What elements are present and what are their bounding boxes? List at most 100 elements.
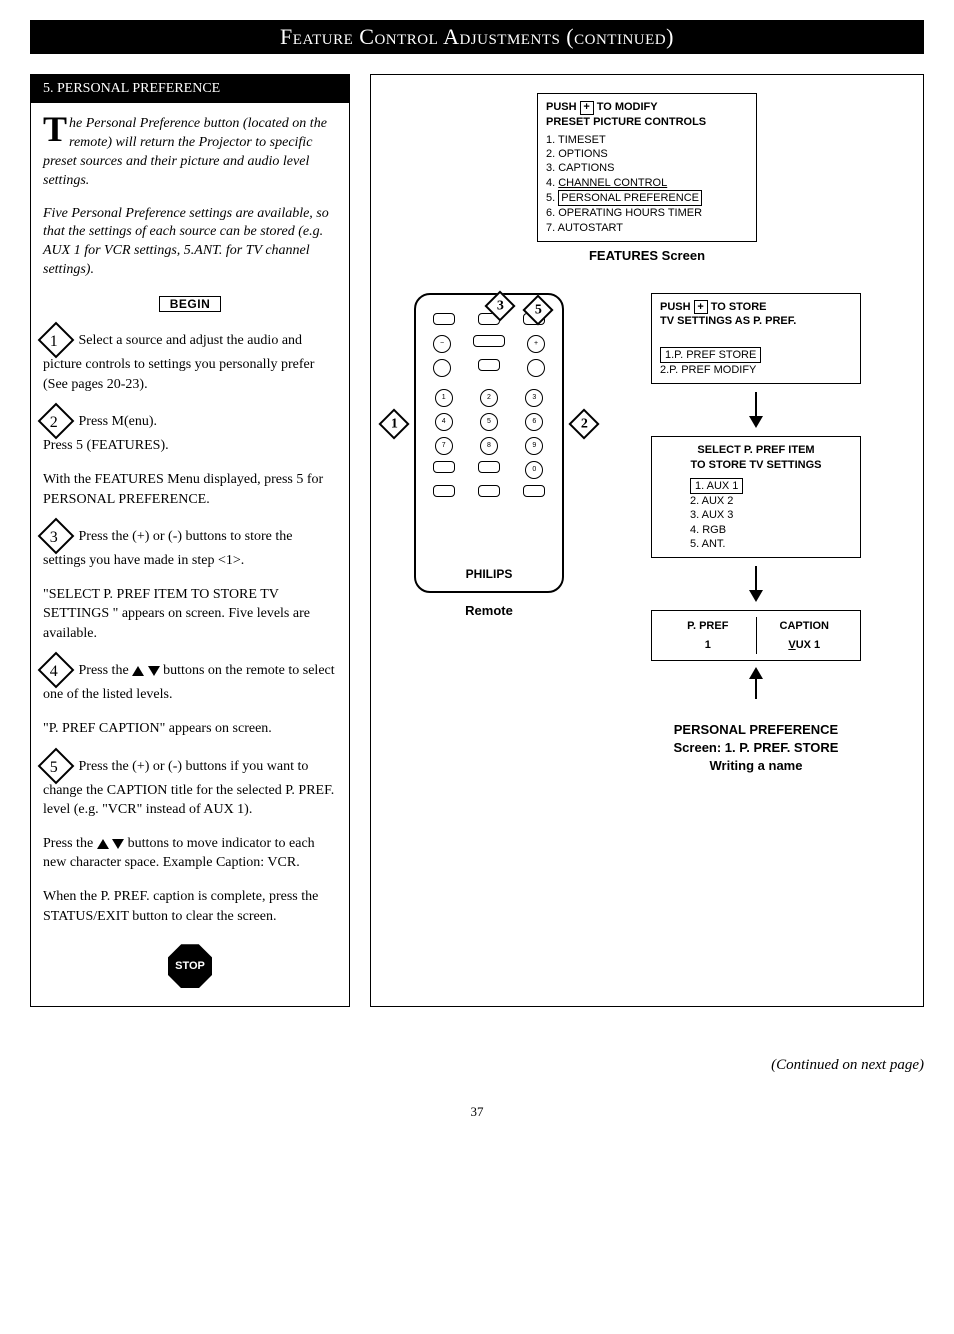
- remote-button: 4: [435, 413, 453, 431]
- main-content: 5. PERSONAL PREFERENCE The Personal Pref…: [30, 74, 924, 1007]
- remote-button: 9: [525, 437, 543, 455]
- store-opt-1: 1.P. PREF STORE: [660, 347, 761, 363]
- remote-button: [478, 461, 500, 473]
- store-opt-2: 2.P. PREF MODIFY: [660, 363, 852, 377]
- callout-2: 2: [573, 413, 595, 435]
- callout-5: 5: [527, 299, 549, 321]
- page-title: Feature Control Adjustments (continued): [280, 24, 674, 49]
- select-screen-box: SELECT P. PREF ITEM TO STORE TV SETTINGS…: [651, 436, 861, 558]
- begin-row: BEGIN: [43, 296, 337, 313]
- step-2b: With the FEATURES Menu displayed, press …: [43, 470, 337, 509]
- step-4b: "P. PREF CAPTION" appears on screen.: [43, 719, 337, 739]
- caption-value-row: 1 VUX 1: [660, 636, 852, 654]
- remote-button: 7: [435, 437, 453, 455]
- remote-button: [473, 335, 505, 347]
- diamond-icon: 4: [38, 652, 75, 689]
- remote-button: [433, 485, 455, 497]
- caption-h2: CAPTION: [757, 617, 853, 635]
- remote-button: 8: [480, 437, 498, 455]
- intro-paragraph-1: The Personal Preference button (located …: [43, 115, 337, 191]
- step-5b: Press the buttons to move indicator to e…: [43, 834, 337, 873]
- arrow-down-icon: [607, 392, 905, 428]
- arrow-up-icon: [607, 667, 905, 699]
- remote-button: [523, 485, 545, 497]
- caption-h1: P. PREF: [660, 617, 757, 635]
- step-2: 2 Press M(enu). Press 5 (FEATURES).: [43, 408, 337, 456]
- menu-item: 6. OPERATING HOURS TIMER: [546, 206, 748, 220]
- diamond-icon: 3: [38, 518, 75, 555]
- remote-button: [433, 461, 455, 473]
- dropcap: T: [43, 115, 69, 143]
- caption-screen: P. PREF CAPTION 1 VUX 1: [651, 610, 861, 661]
- select-item: 4. RGB: [690, 523, 852, 537]
- store-options: 1.P. PREF STORE 2.P. PREF MODIFY: [660, 347, 852, 378]
- step-2-line1: Press M(enu).: [79, 415, 158, 430]
- page-header: Feature Control Adjustments (continued): [30, 20, 924, 54]
- step-3: 3 Press the (+) or (-) buttons to store …: [43, 523, 337, 571]
- stop-icon: STOP: [168, 944, 212, 988]
- caption-v1: 1: [660, 636, 757, 654]
- pp-caption-l1: PERSONAL PREFERENCE: [607, 721, 905, 739]
- remote-button: [478, 485, 500, 497]
- intro-text-1: he Personal Preference button (located o…: [43, 116, 327, 188]
- pp-caption: PERSONAL PREFERENCE Screen: 1. P. PREF. …: [607, 721, 905, 776]
- select-screen: SELECT P. PREF ITEM TO STORE TV SETTINGS…: [651, 436, 861, 558]
- select-item: 5. ANT.: [690, 537, 852, 551]
- remote-button: 5: [480, 413, 498, 431]
- push-modify-line: PUSH + TO MODIFY: [546, 100, 748, 115]
- features-screen-box: PUSH + TO MODIFY PRESET PICTURE CONTROLS…: [537, 93, 757, 242]
- push-store-line: PUSH + TO STORE: [660, 300, 852, 315]
- remote-button: [433, 359, 451, 377]
- remote-button: [527, 359, 545, 377]
- arrow-down-icon: [607, 566, 905, 602]
- right-screens: PUSH + TO STORE TV SETTINGS AS P. PREF. …: [607, 293, 905, 776]
- remote-button: [433, 313, 455, 325]
- lower-diagram: − + 1 2 3 4 5 6: [389, 293, 905, 776]
- callout-3: 3: [489, 295, 511, 317]
- triangle-down-icon: [112, 839, 124, 849]
- select-item: 3. AUX 3: [690, 508, 852, 522]
- remote-brand: PHILIPS: [416, 567, 562, 581]
- features-screen-area: PUSH + TO MODIFY PRESET PICTURE CONTROLS…: [537, 93, 757, 263]
- select-line1: SELECT P. PREF ITEM: [660, 443, 852, 457]
- intro-paragraph-2: Five Personal Preference settings are av…: [43, 205, 337, 281]
- select-item: 2. AUX 2: [690, 494, 852, 508]
- step-2-line2: Press 5 (FEATURES).: [43, 438, 169, 453]
- menu-item: 3. CAPTIONS: [546, 161, 748, 175]
- diamond-icon: 2: [38, 403, 75, 440]
- menu-item: 5. PERSONAL PREFERENCE: [546, 190, 748, 206]
- begin-label: BEGIN: [159, 296, 222, 312]
- section-number: 5.: [43, 81, 54, 96]
- features-screen-label: FEATURES Screen: [537, 248, 757, 263]
- step-5-text: Press the (+) or (-) buttons if you want…: [43, 759, 334, 817]
- left-column: 5. PERSONAL PREFERENCE The Personal Pref…: [30, 74, 350, 1007]
- menu-item: 4. CHANNEL CONTROL: [546, 176, 748, 190]
- step-3-text: Press the (+) or (-) buttons to store th…: [43, 529, 292, 568]
- remote-button: −: [433, 335, 451, 353]
- store-screen: PUSH + TO STORE TV SETTINGS AS P. PREF. …: [651, 293, 861, 384]
- caption-v2: VUX 1: [757, 636, 853, 654]
- continued-note: (Continued on next page): [30, 1057, 924, 1074]
- select-item: 1. AUX 1: [690, 478, 743, 494]
- triangle-down-icon: [148, 666, 160, 676]
- left-body: The Personal Preference button (located …: [31, 115, 349, 1006]
- remote-button: 2: [480, 389, 498, 407]
- plus-icon: +: [694, 300, 708, 314]
- features-menu-list: 1. TIMESET 2. OPTIONS 3. CAPTIONS 4. CHA…: [546, 133, 748, 235]
- menu-item: 2. OPTIONS: [546, 147, 748, 161]
- pp-caption-l3: Writing a name: [607, 757, 905, 775]
- step-5c: When the P. PREF. caption is complete, p…: [43, 887, 337, 926]
- page-number: 37: [30, 1104, 924, 1120]
- diamond-icon: 5: [38, 747, 75, 784]
- remote-label: Remote: [389, 603, 589, 618]
- menu-item: 1. TIMESET: [546, 133, 748, 147]
- caption-header-row: P. PREF CAPTION: [660, 617, 852, 635]
- step-5: 5 Press the (+) or (-) buttons if you wa…: [43, 753, 337, 820]
- diamond-icon: 1: [38, 322, 75, 359]
- caption-screen-box: P. PREF CAPTION 1 VUX 1: [651, 610, 861, 661]
- remote-area: − + 1 2 3 4 5 6: [389, 293, 589, 618]
- select-line2: TO STORE TV SETTINGS: [660, 458, 852, 472]
- section-header: 5. PERSONAL PREFERENCE: [31, 75, 349, 103]
- remote-button: 3: [525, 389, 543, 407]
- store-subtitle: TV SETTINGS AS P. PREF.: [660, 314, 852, 328]
